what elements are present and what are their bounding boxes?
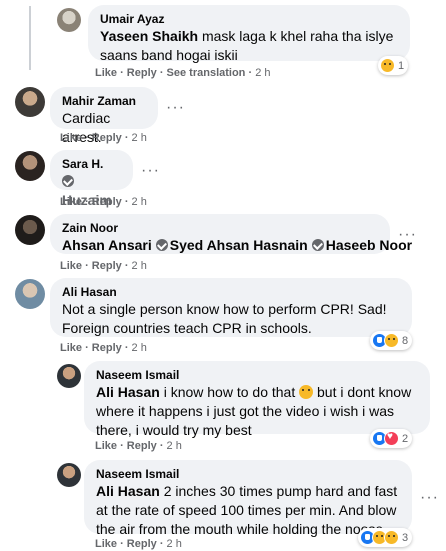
- avatar[interactable]: [57, 8, 81, 32]
- comment-timestamp[interactable]: 2 h: [132, 196, 147, 208]
- comment-actions: Like · Reply · 2 h: [95, 538, 182, 550]
- comment-bubble: Naseem Ismail Ali Hasan 2 inches 30 time…: [84, 460, 412, 537]
- reaction-summary[interactable]: 8: [370, 331, 413, 350]
- comment-timestamp[interactable]: 2 h: [255, 67, 270, 79]
- love-reaction-icon: [384, 431, 399, 446]
- comment-author[interactable]: Sara H.: [62, 156, 121, 172]
- comment-author[interactable]: Mahir Zaman: [62, 93, 146, 109]
- care-reaction-icon: [384, 530, 399, 545]
- comment-bubble: Ali Hasan Not a single person know how t…: [50, 278, 412, 337]
- tagged-user[interactable]: Syed Ahsan Hasnain: [170, 237, 308, 253]
- comment-bubble: Zain Noor Ahsan Ansari Syed Ahsan Hasnain…: [50, 214, 412, 255]
- reaction-summary[interactable]: 1: [378, 56, 409, 75]
- reply-button[interactable]: Reply: [92, 196, 122, 208]
- tag-badge-icon: [155, 239, 168, 251]
- comment-timestamp[interactable]: 2 h: [132, 260, 147, 272]
- like-button[interactable]: Like: [60, 342, 82, 354]
- comment-timestamp[interactable]: 2 h: [132, 132, 147, 144]
- comment-actions: Like · Reply · 2 h: [60, 132, 147, 144]
- more-options-icon[interactable]: ···: [166, 100, 185, 116]
- more-options-icon[interactable]: ···: [398, 227, 417, 243]
- avatar[interactable]: [15, 215, 45, 245]
- like-button[interactable]: Like: [95, 440, 117, 452]
- avatar[interactable]: [57, 364, 81, 388]
- tag-badge-icon: [311, 239, 324, 251]
- crying-emoji-icon: [299, 385, 314, 399]
- reply-button[interactable]: Reply: [127, 440, 157, 452]
- mention-link[interactable]: Ali Hasan: [96, 384, 160, 400]
- reply-button[interactable]: Reply: [92, 132, 122, 144]
- comment-timestamp[interactable]: 2 h: [132, 342, 147, 354]
- reaction-count: 2: [402, 432, 409, 445]
- avatar[interactable]: [15, 87, 45, 117]
- reply-button[interactable]: Reply: [92, 260, 122, 272]
- comment-author[interactable]: Umair Ayaz: [100, 11, 398, 27]
- reply-button[interactable]: Reply: [92, 342, 122, 354]
- like-button[interactable]: Like: [60, 260, 82, 272]
- mention-link[interactable]: Ahsan Ansari: [62, 237, 152, 253]
- like-button[interactable]: Like: [95, 538, 117, 550]
- reply-button[interactable]: Reply: [127, 67, 157, 79]
- avatar[interactable]: [57, 463, 81, 487]
- like-button[interactable]: Like: [95, 67, 117, 79]
- mention-link[interactable]: Ali Hasan: [96, 483, 160, 499]
- comment-actions: Like · Reply · 2 h: [60, 260, 147, 272]
- tag-badge-icon: [62, 175, 74, 187]
- comment-bubble: Naseem Ismail Ali Hasan i know how to do…: [84, 361, 430, 438]
- sad-reaction-icon: [384, 333, 399, 348]
- like-button[interactable]: Like: [60, 196, 82, 208]
- thread-line: [29, 6, 31, 70]
- comment-actions: Like · Reply · 2 h: [60, 342, 147, 354]
- reply-button[interactable]: Reply: [127, 538, 157, 550]
- avatar[interactable]: [15, 279, 45, 309]
- reaction-summary[interactable]: 2: [370, 429, 413, 448]
- comment-timestamp[interactable]: 2 h: [167, 440, 182, 452]
- comment-bubble: Sara H. Huzaim: [50, 150, 133, 208]
- comment-text: Ali Hasan i know how to do that but i do…: [96, 384, 412, 438]
- more-options-icon[interactable]: ···: [141, 163, 160, 179]
- reaction-count: 1: [398, 59, 405, 72]
- comment-bubble: Mahir Zaman Cardiac arrest.: [50, 87, 158, 145]
- like-button[interactable]: Like: [60, 132, 82, 144]
- comment-actions: Like · Reply · 2 h: [60, 196, 147, 208]
- comment-author[interactable]: Naseem Ismail: [96, 466, 400, 482]
- reaction-summary[interactable]: 3: [358, 528, 413, 547]
- reaction-count: 8: [402, 334, 409, 347]
- comment-timestamp[interactable]: 2 h: [167, 538, 182, 550]
- comment-text: Yaseen Shaikh mask laga k khel raha tha …: [100, 28, 394, 63]
- comment-author[interactable]: Ali Hasan: [62, 284, 400, 300]
- reaction-count: 3: [402, 531, 409, 544]
- avatar[interactable]: [15, 151, 45, 181]
- sad-reaction-icon: [380, 58, 395, 73]
- comment-author[interactable]: Naseem Ismail: [96, 367, 418, 383]
- comment-actions: Like · Reply · 2 h: [95, 440, 182, 452]
- comment-bubble: Umair Ayaz Yaseen Shaikh mask laga k khe…: [88, 5, 410, 63]
- comment-author[interactable]: Zain Noor: [62, 220, 378, 236]
- comment-actions: Like · Reply · See translation · 2 h: [95, 67, 271, 79]
- comment-text: Ahsan Ansari Syed Ahsan Hasnain Haseeb Noo…: [62, 236, 412, 255]
- comment-text: Not a single person know how to perform …: [62, 301, 387, 336]
- see-translation-button[interactable]: See translation: [167, 67, 246, 79]
- mention-link[interactable]: Yaseen Shaikh: [100, 28, 198, 44]
- more-options-icon[interactable]: ···: [420, 490, 439, 506]
- comment-text: Ali Hasan 2 inches 30 times pump hard an…: [96, 483, 398, 537]
